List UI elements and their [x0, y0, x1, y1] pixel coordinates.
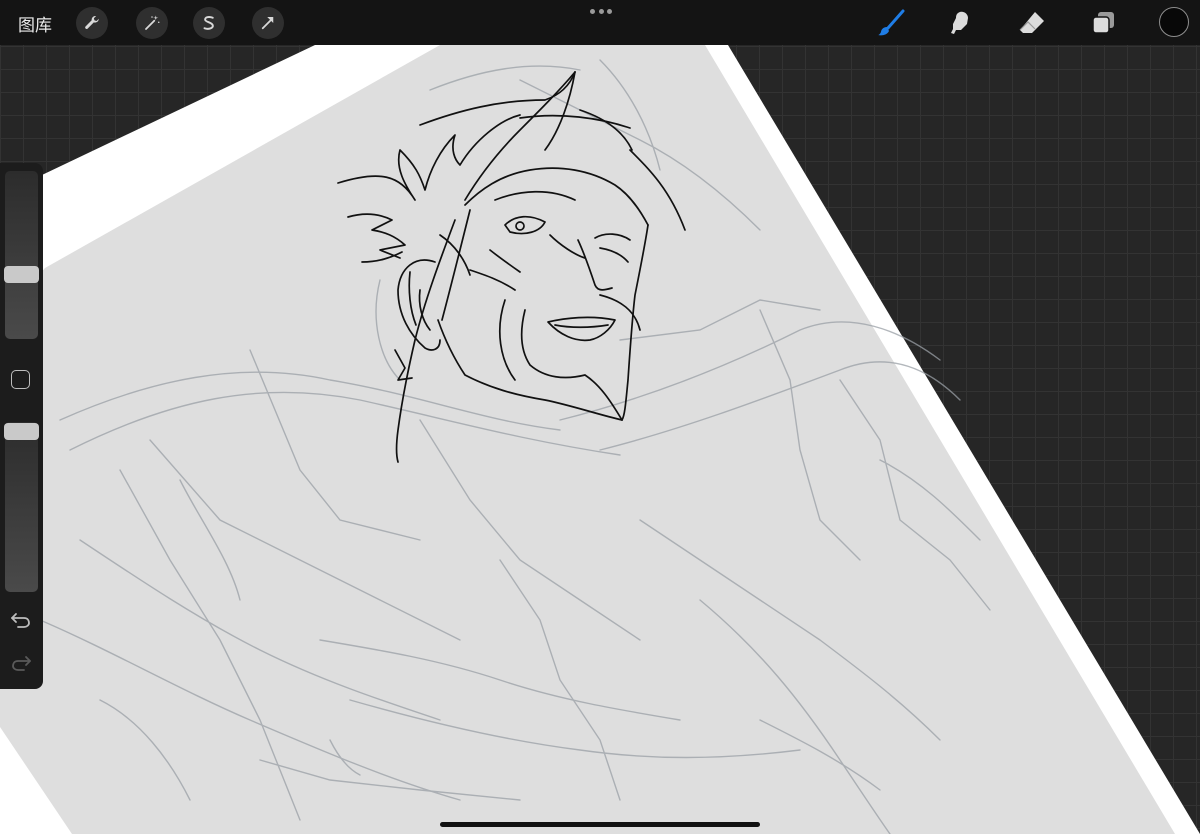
opacity-thumb[interactable]: [4, 423, 39, 440]
eraser-icon: [1019, 12, 1044, 33]
brush-size-slider[interactable]: [4, 171, 39, 339]
more-options-grabber[interactable]: [590, 9, 612, 15]
wrench-icon: [85, 15, 99, 29]
top-toolbar: 图库: [0, 0, 1200, 45]
layers-button[interactable]: [1088, 7, 1120, 39]
erase-tool-button[interactable]: [1016, 7, 1048, 39]
left-sidebar: [0, 163, 43, 689]
brush-size-thumb[interactable]: [4, 266, 39, 283]
arrow-cursor-icon: [261, 17, 274, 30]
gallery-button[interactable]: 图库: [18, 11, 52, 36]
adjustments-button[interactable]: [136, 7, 168, 39]
undo-icon[interactable]: [10, 611, 32, 629]
modify-square-icon[interactable]: [11, 370, 30, 389]
magic-wand-icon: [145, 15, 160, 30]
layers-icon: [1092, 12, 1114, 34]
transform-button[interactable]: [252, 7, 284, 39]
color-picker-swatch[interactable]: [1159, 7, 1189, 37]
dot-icon: [598, 9, 604, 14]
dot-icon: [590, 9, 595, 14]
smudge-tool-button[interactable]: [945, 7, 977, 39]
brush-icon: [878, 9, 905, 36]
selection-button[interactable]: [193, 7, 225, 39]
actions-button[interactable]: [76, 7, 108, 39]
redo-icon[interactable]: [10, 654, 32, 672]
opacity-slider[interactable]: [4, 422, 39, 592]
home-indicator[interactable]: [440, 822, 760, 827]
smudge-icon: [951, 11, 968, 34]
dot-icon: [607, 9, 612, 14]
paint-tool-button[interactable]: [875, 7, 907, 39]
drawing-canvas[interactable]: [0, 0, 1200, 834]
selection-s-icon: [203, 16, 214, 30]
